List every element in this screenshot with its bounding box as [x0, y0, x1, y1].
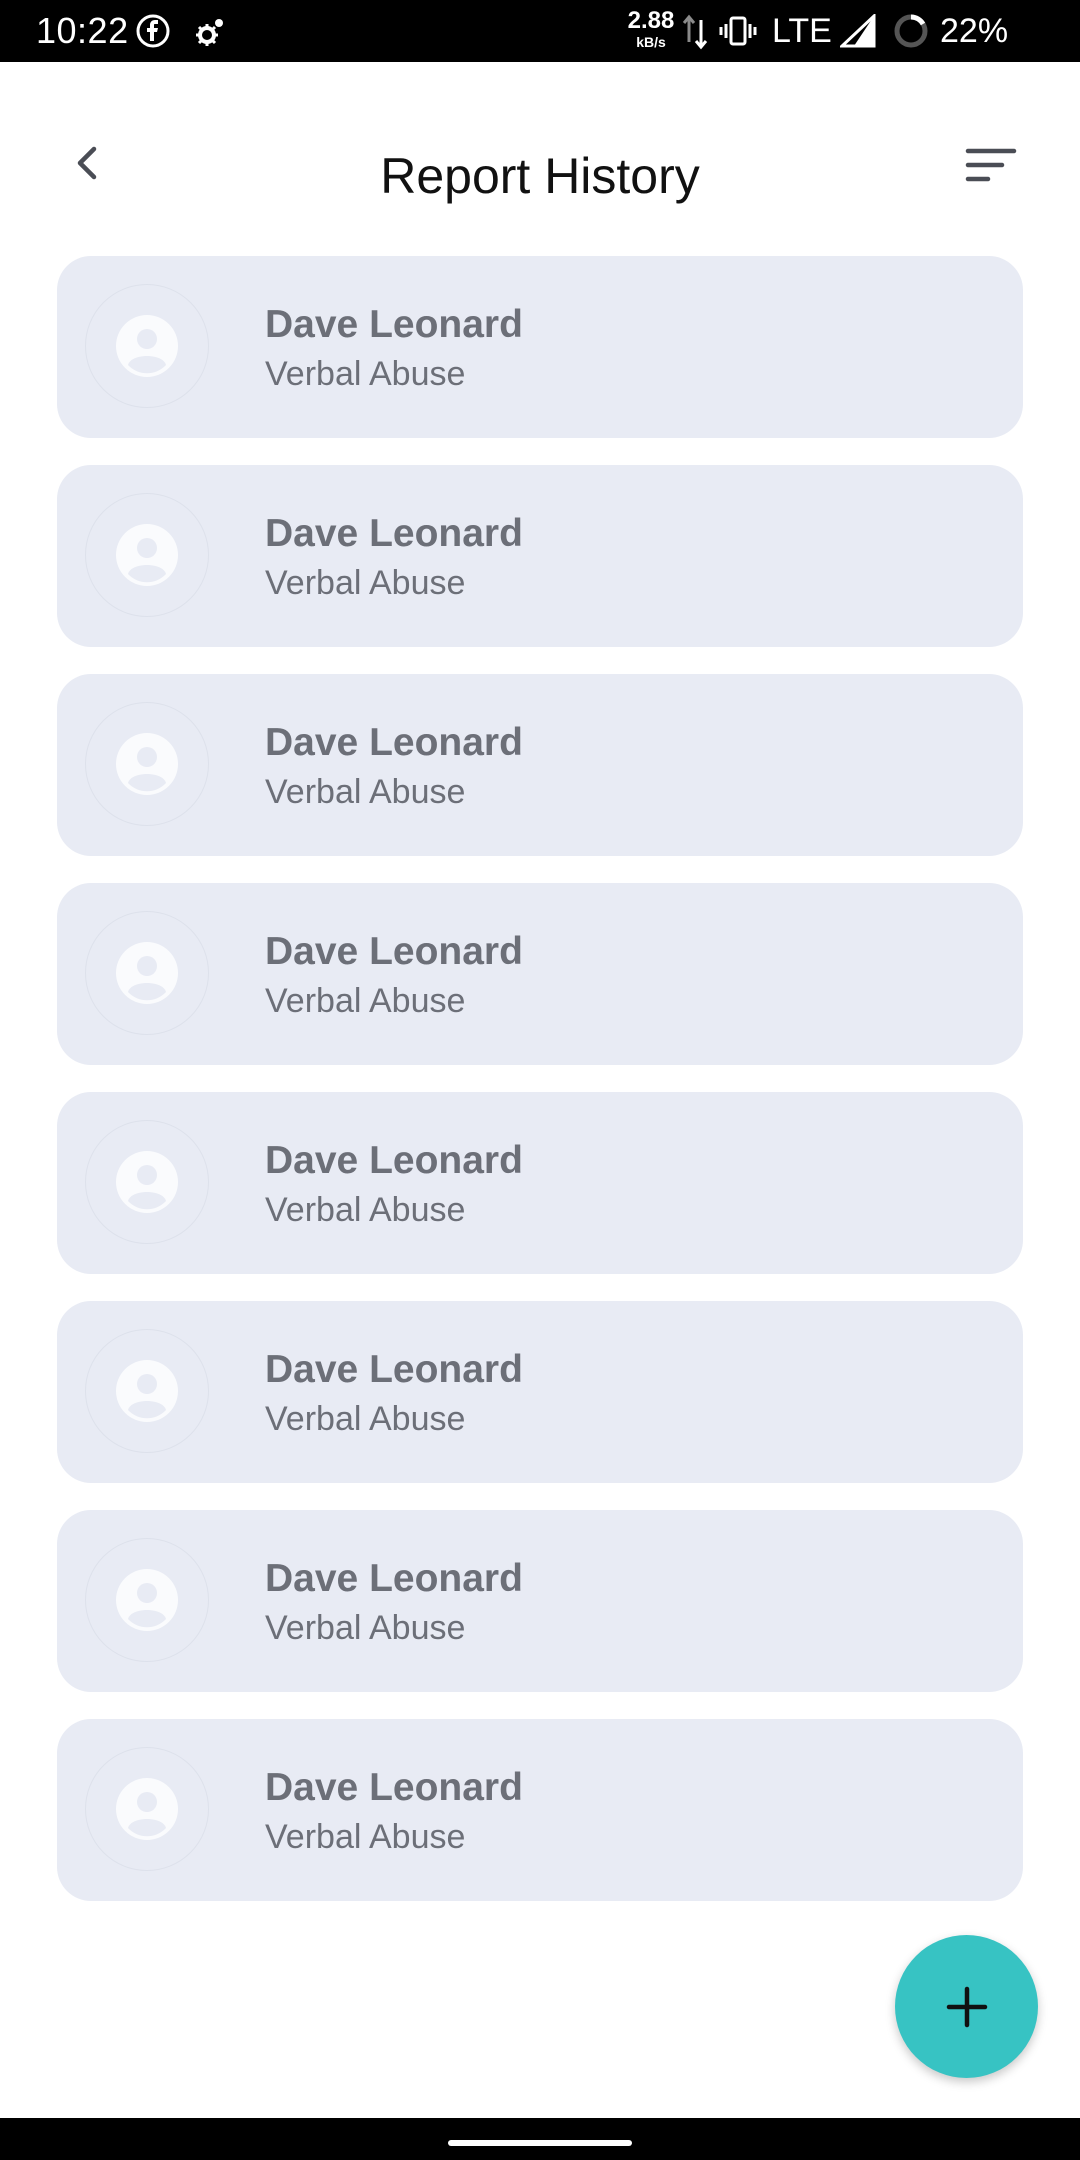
report-category: Verbal Abuse [265, 773, 466, 811]
data-speed-value: 2.88 [627, 7, 675, 34]
network-type: LTE [772, 12, 832, 50]
sort-icon [965, 148, 1017, 182]
reported-person-name: Dave Leonard [265, 303, 523, 346]
report-category: Verbal Abuse [265, 1609, 466, 1647]
avatar [85, 493, 209, 617]
data-speed: 2.88 kB/s [626, 7, 676, 51]
app-header: Report History [0, 62, 1080, 252]
avatar [85, 1329, 209, 1453]
reported-person-name: Dave Leonard [265, 1557, 523, 1600]
reported-person-name: Dave Leonard [265, 1766, 523, 1809]
avatar [85, 1538, 209, 1662]
add-report-button[interactable] [895, 1935, 1038, 2078]
user-avatar-icon [116, 315, 178, 377]
user-avatar-icon [116, 942, 178, 1004]
reported-person-name: Dave Leonard [265, 721, 523, 764]
avatar [85, 911, 209, 1035]
home-indicator[interactable] [448, 2140, 632, 2146]
navigation-bar [0, 2118, 1080, 2160]
user-avatar-icon [116, 524, 178, 586]
battery-percent: 22% [940, 12, 1009, 50]
user-avatar-icon [116, 1360, 178, 1422]
report-category: Verbal Abuse [265, 355, 466, 393]
page-title: Report History [380, 148, 700, 204]
avatar [85, 702, 209, 826]
report-card[interactable]: Dave Leonard Verbal Abuse [57, 1092, 1023, 1274]
avatar [85, 1120, 209, 1244]
report-card[interactable]: Dave Leonard Verbal Abuse [57, 256, 1023, 438]
report-category: Verbal Abuse [265, 1818, 466, 1856]
report-category: Verbal Abuse [265, 1191, 466, 1229]
data-arrows-icon [682, 14, 708, 50]
report-card[interactable]: Dave Leonard Verbal Abuse [57, 674, 1023, 856]
reported-person-name: Dave Leonard [265, 512, 523, 555]
reported-person-name: Dave Leonard [265, 1139, 523, 1182]
report-card[interactable]: Dave Leonard Verbal Abuse [57, 1719, 1023, 1901]
reported-person-name: Dave Leonard [265, 1348, 523, 1391]
report-category: Verbal Abuse [265, 982, 466, 1020]
report-card[interactable]: Dave Leonard Verbal Abuse [57, 1301, 1023, 1483]
report-card[interactable]: Dave Leonard Verbal Abuse [57, 1510, 1023, 1692]
report-category: Verbal Abuse [265, 1400, 466, 1438]
battery-icon [894, 14, 928, 48]
reported-person-name: Dave Leonard [265, 930, 523, 973]
report-card[interactable]: Dave Leonard Verbal Abuse [57, 465, 1023, 647]
data-speed-unit: kB/s [636, 34, 666, 50]
signal-icon [840, 14, 876, 48]
gear-icon [196, 19, 223, 46]
facebook-icon [136, 14, 170, 48]
report-card[interactable]: Dave Leonard Verbal Abuse [57, 883, 1023, 1065]
status-bar: 10:22 2.88 kB/s LTE 22% [0, 0, 1080, 62]
sort-button[interactable] [958, 140, 1024, 192]
user-avatar-icon [116, 1778, 178, 1840]
avatar [85, 1747, 209, 1871]
user-avatar-icon [116, 1569, 178, 1631]
avatar [85, 284, 209, 408]
user-avatar-icon [116, 733, 178, 795]
report-list: Dave Leonard Verbal Abuse Dave Leonard V… [57, 256, 1023, 1928]
report-category: Verbal Abuse [265, 564, 466, 602]
plus-icon [946, 1986, 987, 2027]
status-time: 10:22 [36, 10, 129, 51]
vibrate-icon [719, 16, 757, 46]
user-avatar-icon [116, 1151, 178, 1213]
